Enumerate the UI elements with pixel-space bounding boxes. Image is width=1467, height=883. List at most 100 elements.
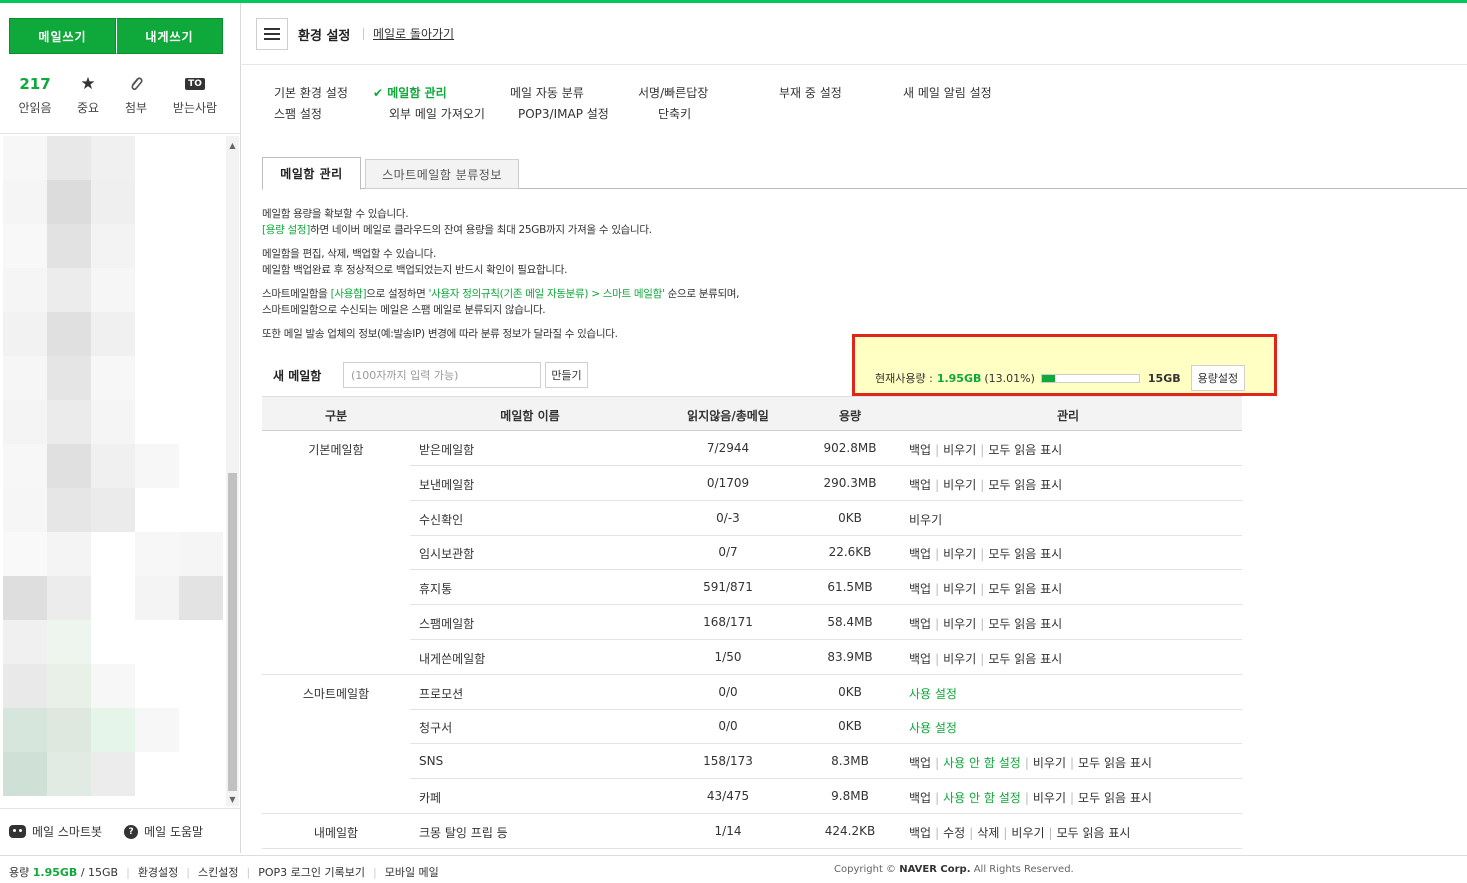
capacity-info: 현재사용량 : 1.95GB (13.01%) 15GB 용량설정 — [875, 365, 1246, 391]
smartbot-link[interactable]: 메일 스마트봇 — [9, 823, 102, 840]
table-row: SNS 158/173 8.3MB 백업 | 사용 안 함 설정 | 비우기 | 모두 읽음 표시 — [262, 744, 1242, 780]
row-mailbox-name[interactable]: 받은메일함 — [419, 441, 474, 458]
scroll-down-icon[interactable]: ▼ — [226, 792, 239, 806]
action-separator: | — [935, 582, 940, 597]
table-row: 수신확인 0/-3 0KB 비우기 — [262, 501, 1242, 536]
row-action-link[interactable]: 모두 읽음 표시 — [1078, 756, 1152, 770]
nav-auto-sort[interactable]: 메일 자동 분류 — [510, 83, 584, 104]
row-action-link[interactable]: 비우기 — [943, 582, 976, 596]
row-action-link[interactable]: 모두 읽음 표시 — [988, 443, 1062, 457]
row-mailbox-name[interactable]: 스팸메일함 — [419, 615, 474, 632]
table-row: 내메일함 크몽 탈잉 프립 등 1/14 424.2KB 백업 | 수정 | 삭제 | 비우기 | 모두… — [262, 814, 1242, 849]
back-to-mail-link[interactable]: 메일로 돌아가기 — [373, 25, 454, 42]
footer-link-mobile[interactable]: 모바일 메일 — [385, 864, 439, 880]
nav-spam[interactable]: 스팸 설정 — [274, 104, 322, 125]
capacity-setting-button[interactable]: 용량설정 — [1190, 365, 1246, 391]
write-to-self-button[interactable]: 내게쓰기 — [116, 18, 223, 54]
row-action-link[interactable]: 삭제 — [977, 826, 999, 840]
row-count: 0/-3 — [716, 510, 740, 525]
row-action-link[interactable]: 비우기 — [1033, 756, 1066, 770]
menu-button[interactable] — [256, 18, 288, 50]
row-action-link[interactable]: 수정 — [943, 826, 965, 840]
write-mail-button[interactable]: 메일쓰기 — [9, 18, 116, 54]
row-action-link[interactable]: 사용 안 함 설정 — [943, 791, 1021, 805]
row-action-link[interactable]: 백업 — [909, 547, 931, 561]
footer-link-skin[interactable]: 스킨설정 — [198, 864, 238, 880]
mailbox-table-header: 구분 메일함 이름 읽지않음/총메일 용량 관리 — [262, 396, 1242, 431]
footer-links: 용량 1.95GB / 15GB | 환경설정 | 스킨설정 | POP3 로그… — [9, 864, 439, 880]
sidebar-scrollbar[interactable]: ▲ ▼ — [226, 136, 239, 806]
row-action-link[interactable]: 모두 읽음 표시 — [988, 547, 1062, 561]
row-action-link[interactable]: 비우기 — [943, 443, 976, 457]
nav-away[interactable]: 부재 중 설정 — [779, 83, 842, 104]
quick-to-me[interactable]: TO 받는사람 — [166, 73, 224, 116]
row-action-link[interactable]: 비우기 — [943, 547, 976, 561]
row-action-link[interactable]: 백업 — [909, 652, 931, 666]
row-action-link[interactable]: 비우기 — [909, 513, 942, 527]
row-action-link[interactable]: 모두 읽음 표시 — [988, 582, 1062, 596]
quick-important[interactable]: ★ 중요 — [70, 73, 106, 116]
hamburger-icon — [264, 28, 280, 30]
tab-mailbox-management[interactable]: 메일함 관리 — [262, 157, 361, 190]
row-mailbox-name[interactable]: 카페 — [419, 789, 441, 806]
row-action-link[interactable]: 모두 읽음 표시 — [988, 652, 1062, 666]
row-action-link[interactable]: 백업 — [909, 443, 931, 457]
new-mailbox-input[interactable]: (100자까지 입력 가능) — [343, 362, 541, 388]
row-action-link[interactable]: 비우기 — [1011, 826, 1044, 840]
nav-new-mail-alert[interactable]: 새 메일 알림 설정 — [903, 83, 992, 104]
quick-attachment[interactable]: 첨부 — [106, 73, 166, 116]
row-actions: 백업 | 비우기 | 모두 읽음 표시 — [909, 476, 1062, 493]
action-separator: | — [1003, 825, 1008, 840]
nav-signature[interactable]: 서명/빠른답장 — [638, 83, 708, 104]
row-count: 43/475 — [706, 789, 750, 803]
footer-link-settings[interactable]: 환경설정 — [138, 864, 178, 880]
row-action-link[interactable]: 모두 읽음 표시 — [988, 617, 1062, 631]
quick-to-me-label: 받는사람 — [172, 101, 218, 115]
row-actions: 백업 | 비우기 | 모두 읽음 표시 — [909, 545, 1062, 562]
info-5e: 순으로 분류되며, — [664, 288, 740, 300]
quick-important-label: 중요 — [76, 101, 100, 115]
row-action-link[interactable]: 백업 — [909, 617, 931, 631]
row-action-link[interactable]: 백업 — [909, 826, 931, 840]
footer-link-pop3-log[interactable]: POP3 로그인 기록보기 — [258, 864, 365, 880]
row-action-link[interactable]: 모두 읽음 표시 — [1057, 826, 1131, 840]
nav-basic-settings[interactable]: 기본 환경 설정 — [274, 83, 348, 104]
row-action-link[interactable]: 백업 — [909, 791, 931, 805]
row-action-link[interactable]: 사용 안 함 설정 — [943, 756, 1021, 770]
quick-unread[interactable]: 217 안읽음 — [0, 73, 70, 116]
row-action-link[interactable]: 백업 — [909, 756, 931, 770]
sidebar-divider — [0, 133, 240, 134]
nav-pop3-imap[interactable]: POP3/IMAP 설정 — [518, 104, 609, 125]
capacity-setting-link[interactable]: [용량 설정] — [262, 224, 310, 236]
row-mailbox-name[interactable]: 휴지통 — [419, 580, 452, 597]
row-actions: 비우기 — [909, 511, 942, 528]
create-mailbox-button[interactable]: 만들기 — [545, 362, 588, 388]
row-action-link[interactable]: 백업 — [909, 478, 931, 492]
scrollbar-thumb[interactable] — [228, 473, 237, 791]
row-size: 83.9MB — [827, 649, 873, 664]
row-mailbox-name[interactable]: 내게쓴메일함 — [419, 650, 485, 667]
row-mailbox-name[interactable]: SNS — [419, 754, 443, 768]
tab-smart-mailbox-info[interactable]: 스마트메일함 분류정보 — [365, 159, 519, 189]
row-action-link[interactable]: 백업 — [909, 582, 931, 596]
help-link[interactable]: ? 메일 도움말 — [124, 823, 203, 840]
row-action-link[interactable]: 비우기 — [943, 617, 976, 631]
row-mailbox-name[interactable]: 프로모션 — [419, 685, 463, 702]
row-action-link[interactable]: 비우기 — [943, 478, 976, 492]
nav-mailbox-management[interactable]: ✔ 메일함 관리 — [373, 83, 447, 104]
row-action-link[interactable]: 비우기 — [1033, 791, 1066, 805]
nav-external-mail[interactable]: 외부 메일 가져오기 — [389, 104, 485, 125]
row-mailbox-name[interactable]: 보낸메일함 — [419, 476, 474, 493]
scroll-up-icon[interactable]: ▲ — [226, 138, 239, 152]
row-mailbox-name[interactable]: 임시보관함 — [419, 545, 474, 562]
row-mailbox-name[interactable]: 청구서 — [419, 719, 452, 736]
row-mailbox-name[interactable]: 크몽 탈잉 프립 등 — [419, 824, 508, 841]
row-action-link[interactable]: 모두 읽음 표시 — [1078, 791, 1152, 805]
nav-shortcuts[interactable]: 단축키 — [658, 104, 691, 125]
row-action-link[interactable]: 사용 설정 — [909, 721, 957, 735]
row-action-link[interactable]: 모두 읽음 표시 — [988, 478, 1062, 492]
row-action-link[interactable]: 사용 설정 — [909, 687, 957, 701]
row-mailbox-name[interactable]: 수신확인 — [419, 511, 463, 528]
row-action-link[interactable]: 비우기 — [943, 652, 976, 666]
info-line-2: [용량 설정]하면 네이버 메일로 클라우드의 잔여 용량을 최대 25GB까지… — [262, 222, 652, 237]
